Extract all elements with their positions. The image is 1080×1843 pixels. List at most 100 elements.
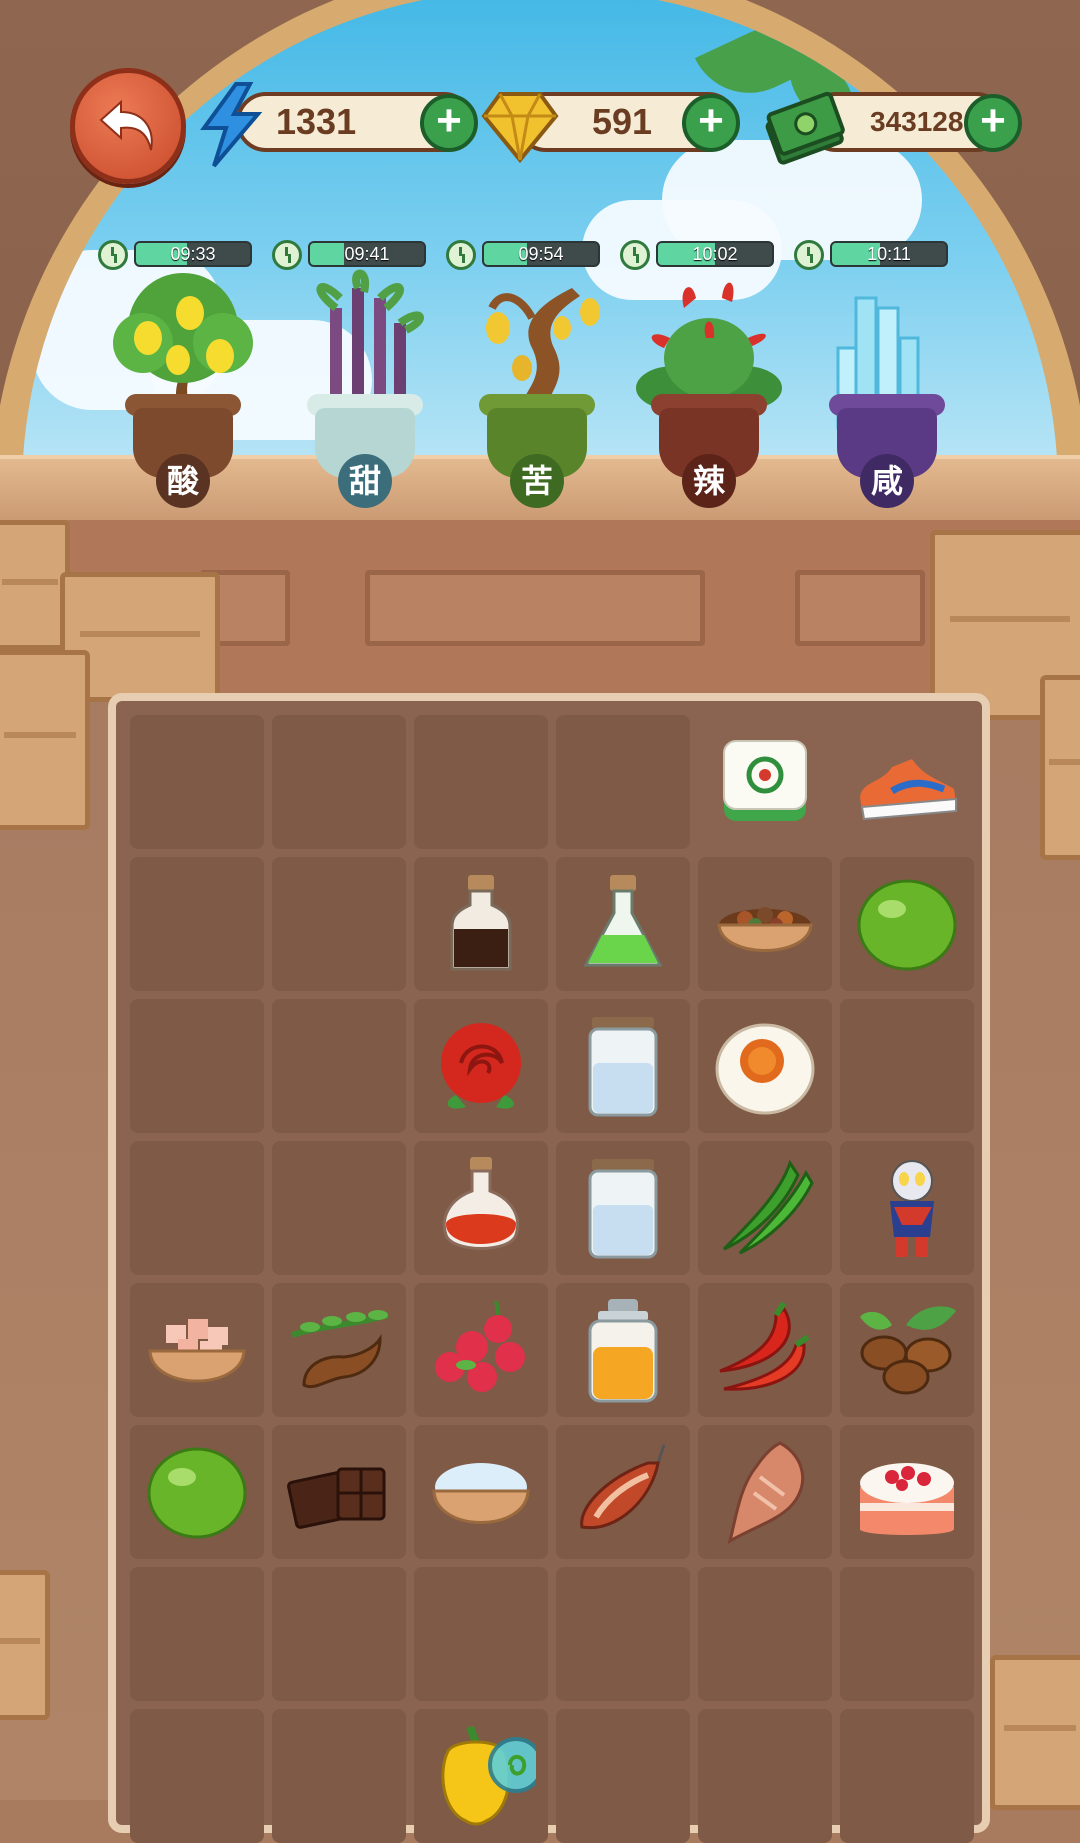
timer-bar: 09:33 bbox=[134, 241, 252, 267]
gem-icon bbox=[481, 92, 559, 164]
board-cell[interactable] bbox=[840, 1141, 974, 1275]
salt-bowl-icon bbox=[432, 1463, 530, 1524]
board-cell-empty[interactable] bbox=[130, 857, 264, 991]
board-cell[interactable] bbox=[556, 1425, 690, 1559]
coffee-beans-icon bbox=[860, 1306, 956, 1395]
board-cell[interactable] bbox=[556, 1141, 690, 1275]
board-cell[interactable] bbox=[698, 1425, 832, 1559]
board-cell-empty[interactable] bbox=[130, 715, 264, 849]
energy-value: 1331 bbox=[276, 101, 357, 142]
timer-bar: 10:02 bbox=[656, 241, 774, 267]
sneaker-icon bbox=[860, 759, 957, 821]
board-cell-empty[interactable] bbox=[272, 857, 406, 991]
counter-panel bbox=[795, 570, 925, 646]
sugar-jar-icon bbox=[588, 1017, 658, 1117]
wooden-crate bbox=[0, 1570, 50, 1720]
red-chili-peppers-icon bbox=[719, 1301, 810, 1391]
board-cell[interactable] bbox=[414, 1425, 548, 1559]
board-cell[interactable] bbox=[840, 715, 974, 849]
plant-lemon-tree[interactable]: 酸 bbox=[108, 268, 258, 508]
board-cell-empty[interactable] bbox=[272, 715, 406, 849]
board-cell[interactable] bbox=[698, 1141, 832, 1275]
raspberries-icon bbox=[435, 1300, 525, 1392]
board-cell[interactable] bbox=[556, 999, 690, 1133]
board-cell[interactable] bbox=[272, 1283, 406, 1417]
board-cell[interactable] bbox=[840, 1425, 974, 1559]
tamarind-icon bbox=[291, 1310, 389, 1389]
board-cell-empty[interactable] bbox=[698, 1567, 832, 1701]
board-cell-empty[interactable] bbox=[272, 1141, 406, 1275]
timer-bar: 09:41 bbox=[308, 241, 426, 267]
add-energy-button[interactable]: + bbox=[420, 94, 478, 152]
plant-salt-crystal[interactable]: 咸 bbox=[812, 268, 962, 508]
timer-text: 10:02 bbox=[692, 244, 738, 264]
board-cell[interactable] bbox=[698, 999, 832, 1133]
board-cell[interactable] bbox=[130, 1283, 264, 1417]
board-cell[interactable] bbox=[556, 857, 690, 991]
board-cell[interactable] bbox=[414, 1283, 548, 1417]
board-cell-empty[interactable] bbox=[414, 715, 548, 849]
board-cell[interactable] bbox=[840, 1283, 974, 1417]
lime-icon bbox=[857, 879, 957, 971]
board-cell[interactable] bbox=[840, 857, 974, 991]
board-cell-empty[interactable] bbox=[130, 999, 264, 1133]
clock-icon bbox=[620, 240, 650, 270]
board-cell-empty[interactable] bbox=[272, 1567, 406, 1701]
board-cell-empty[interactable] bbox=[556, 1709, 690, 1843]
board-cell-empty[interactable] bbox=[556, 715, 690, 849]
board-cell-empty[interactable] bbox=[130, 1141, 264, 1275]
clock-icon bbox=[446, 240, 476, 270]
board-cell[interactable] bbox=[698, 1283, 832, 1417]
taste-label: 甜 bbox=[338, 454, 392, 508]
board-cell[interactable] bbox=[414, 1709, 548, 1843]
board-cell-empty[interactable] bbox=[272, 999, 406, 1133]
timer-bar: 10:11 bbox=[830, 241, 948, 267]
honey-jar-icon bbox=[588, 1299, 658, 1403]
hero-figure-icon bbox=[890, 1160, 934, 1257]
clock-icon bbox=[272, 240, 302, 270]
cash-value: 3431281 bbox=[870, 106, 980, 137]
lime-icon bbox=[147, 1447, 247, 1539]
board-cell[interactable] bbox=[272, 1425, 406, 1559]
board-cell-empty[interactable] bbox=[556, 1567, 690, 1701]
soy-sauce-bottle-icon bbox=[450, 875, 512, 971]
timer-sour: 09:33 bbox=[98, 240, 258, 270]
board-cell[interactable] bbox=[414, 999, 548, 1133]
board-cell[interactable] bbox=[414, 857, 548, 991]
board-cell-empty[interactable] bbox=[698, 1709, 832, 1843]
clock-icon bbox=[98, 240, 128, 270]
salted-egg-icon bbox=[715, 1023, 815, 1115]
clock-icon bbox=[794, 240, 824, 270]
board-cell-empty[interactable] bbox=[130, 1709, 264, 1843]
plant-sugarcane[interactable]: 甜 bbox=[290, 268, 440, 508]
red-potion-flask-icon bbox=[442, 1157, 520, 1250]
chocolate-icon bbox=[287, 1467, 386, 1529]
back-button[interactable] bbox=[70, 68, 186, 184]
green-chili-peppers-icon bbox=[722, 1159, 814, 1255]
board-cell[interactable] bbox=[130, 1425, 264, 1559]
plant-bitter-gourd-tree[interactable]: 苦 bbox=[462, 268, 612, 508]
merge-board bbox=[108, 693, 990, 1843]
board-cell-empty[interactable] bbox=[414, 1567, 548, 1701]
board-cell-empty[interactable] bbox=[840, 999, 974, 1133]
board-cell[interactable] bbox=[698, 857, 832, 991]
timer-text: 09:41 bbox=[344, 244, 390, 264]
gems-value: 591 bbox=[592, 101, 653, 142]
plant-chili[interactable]: 辣 bbox=[634, 268, 784, 508]
board-cell[interactable] bbox=[414, 1141, 548, 1275]
board-cell[interactable] bbox=[698, 715, 832, 849]
add-cash-button[interactable]: + bbox=[964, 94, 1022, 152]
taste-label: 苦 bbox=[510, 454, 564, 508]
timer-salty: 10:11 bbox=[794, 240, 954, 270]
sugar-jar-icon bbox=[588, 1159, 658, 1259]
board-cell-empty[interactable] bbox=[130, 1567, 264, 1701]
taste-label: 咸 bbox=[860, 454, 914, 508]
cash-stack-icon bbox=[765, 91, 845, 165]
green-potion-flask-icon bbox=[583, 875, 663, 967]
board-cell[interactable] bbox=[556, 1283, 690, 1417]
board-cell-empty[interactable] bbox=[840, 1709, 974, 1843]
wooden-crate bbox=[1040, 675, 1080, 860]
board-cell-empty[interactable] bbox=[272, 1709, 406, 1843]
board-cell-empty[interactable] bbox=[840, 1567, 974, 1701]
add-gems-button[interactable]: + bbox=[682, 94, 740, 152]
